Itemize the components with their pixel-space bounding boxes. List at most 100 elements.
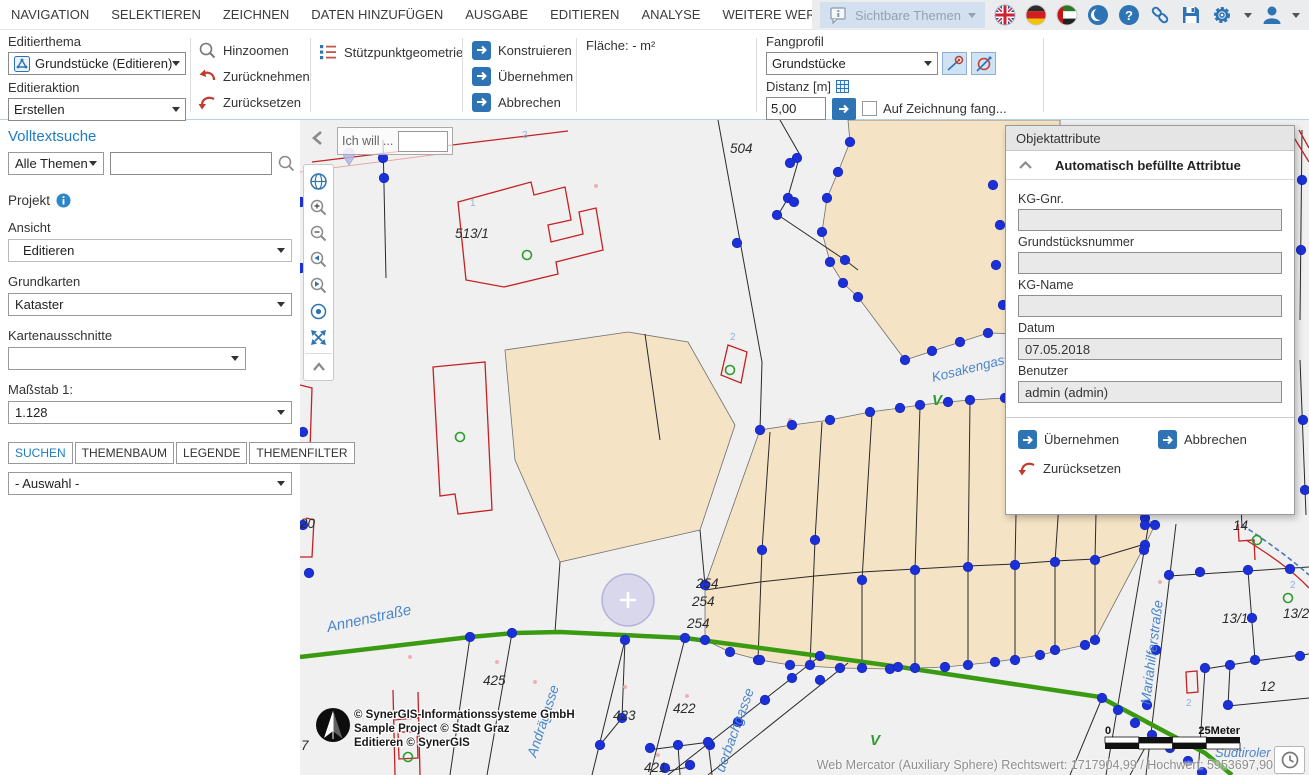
vertex-dot[interactable]	[1010, 560, 1020, 570]
vertex-dot[interactable]	[1295, 651, 1305, 661]
vertex-dot[interactable]	[757, 545, 767, 555]
vertex-dot[interactable]	[815, 675, 825, 685]
vertex-dot[interactable]	[1050, 557, 1060, 567]
language-flag-ae-icon[interactable]	[1056, 4, 1078, 26]
vertex-dot[interactable]	[825, 415, 835, 425]
vertex-dot[interactable]	[1296, 245, 1306, 255]
vertex-dot[interactable]	[1090, 635, 1100, 645]
sichtbare-themen-dropdown[interactable]: Sichtbare Themen	[820, 2, 985, 28]
next-extent-button[interactable]	[305, 272, 332, 298]
auf-zeichnung-checkbox[interactable]	[862, 101, 877, 116]
vertex-dot[interactable]	[507, 628, 517, 638]
vertex-dot[interactable]	[1113, 705, 1123, 715]
vertex-dot[interactable]	[927, 346, 937, 356]
alle-themen-select[interactable]: Alle Themen	[8, 152, 104, 175]
vertex-dot[interactable]	[817, 227, 827, 237]
apply-distance-button[interactable]	[832, 98, 856, 120]
vertex-dot[interactable]	[725, 647, 735, 657]
vertex-dot[interactable]	[1225, 660, 1235, 670]
vertex-dot[interactable]	[1050, 645, 1060, 655]
vertex-dot[interactable]	[1010, 655, 1020, 665]
vertex-dot[interactable]	[772, 210, 782, 220]
vertex-dot[interactable]	[915, 400, 925, 410]
edit-target-cursor[interactable]	[602, 574, 654, 626]
fangprofil-select[interactable]: Grundstücke	[766, 52, 938, 75]
menu-ausgabe[interactable]: AUSGABE	[454, 7, 539, 22]
vertex-dot[interactable]	[465, 632, 475, 642]
vertex-dot[interactable]	[988, 180, 998, 190]
tab-themenfilter[interactable]: THEMENFILTER	[249, 442, 354, 464]
zuruecknehmen-button[interactable]: Zurücknehmen	[198, 65, 310, 87]
fulltext-search-input[interactable]	[110, 152, 272, 175]
vertex-dot[interactable]	[1200, 663, 1210, 673]
vertex-dot[interactable]	[995, 220, 1005, 230]
ich-will-widget[interactable]: Ich will ...	[337, 127, 453, 155]
snap-vertex-button[interactable]	[942, 52, 967, 75]
vertex-dot[interactable]	[1300, 485, 1309, 495]
kg-gnr-input[interactable]	[1018, 209, 1282, 231]
vertex-dot[interactable]	[963, 562, 973, 572]
vertex-dot[interactable]	[755, 655, 765, 665]
vertex-dot[interactable]	[940, 662, 950, 672]
info-icon[interactable]	[56, 193, 71, 208]
vertex-dot[interactable]	[673, 740, 683, 750]
massstab-select[interactable]: 1.128	[8, 401, 292, 424]
grundstuecksnummer-input[interactable]	[1018, 252, 1282, 274]
menu-editieren[interactable]: EDITIEREN	[539, 7, 630, 22]
vertex-dot[interactable]	[1247, 613, 1257, 623]
vertex-dot[interactable]	[1285, 564, 1295, 574]
vertex-dot[interactable]	[595, 740, 605, 750]
menu-selektieren[interactable]: SELEKTIEREN	[100, 7, 212, 22]
distanz-input[interactable]	[766, 97, 826, 120]
vertex-dot[interactable]	[703, 737, 713, 747]
vertex-dot[interactable]	[895, 403, 905, 413]
vertex-dot[interactable]	[1080, 640, 1090, 650]
vertex-dot[interactable]	[833, 167, 843, 177]
vertex-dot[interactable]	[1223, 700, 1233, 710]
vertex-dot[interactable]	[991, 260, 1001, 270]
abbrechen-button[interactable]: Abbrechen	[472, 91, 573, 113]
language-flag-de-icon[interactable]	[1025, 4, 1047, 26]
collapse-tools-chevron-icon[interactable]	[305, 357, 332, 377]
grundkarten-select[interactable]: Kataster	[8, 293, 292, 316]
vertex-dot[interactable]	[838, 278, 848, 288]
vertex-dot[interactable]	[1140, 520, 1150, 530]
panel-abbrechen-button[interactable]: Abbrechen	[1158, 430, 1247, 449]
vertex-dot[interactable]	[893, 662, 903, 672]
auto-attributes-section-header[interactable]: Automatisch befüllte Attribtue	[1006, 151, 1294, 180]
vertex-dot[interactable]	[685, 760, 695, 770]
overview-globe-button[interactable]	[305, 168, 332, 194]
snap-edge-button[interactable]	[971, 52, 996, 75]
vertex-dot[interactable]	[1298, 415, 1308, 425]
save-icon[interactable]	[1180, 4, 1202, 26]
collapse-sidebar-chevron-icon[interactable]	[310, 129, 326, 152]
vertex-dot[interactable]	[965, 395, 975, 405]
menu-daten-hinzufuegen[interactable]: DATEN HINZUFÜGEN	[300, 7, 454, 22]
crescent-language-icon[interactable]	[1087, 4, 1109, 26]
vertex-dot[interactable]	[825, 257, 835, 267]
vertex-dot[interactable]	[943, 397, 953, 407]
ich-will-input[interactable]	[398, 131, 448, 152]
vertex-dot[interactable]	[1035, 650, 1045, 660]
vertex-dot[interactable]	[865, 407, 875, 417]
vertex-dot[interactable]	[1195, 567, 1205, 577]
vertex-dot[interactable]	[1130, 718, 1140, 728]
vertex-dot[interactable]	[1297, 175, 1307, 185]
vertex-dot[interactable]	[755, 425, 765, 435]
tab-legende[interactable]: LEGENDE	[176, 442, 247, 464]
editieraktion-select[interactable]: Erstellen	[8, 98, 186, 121]
full-extent-button[interactable]	[305, 324, 332, 350]
vertex-dot[interactable]	[785, 660, 795, 670]
vertex-dot[interactable]	[910, 663, 920, 673]
menu-zeichnen[interactable]: ZEICHNEN	[212, 7, 300, 22]
settings-gear-icon[interactable]	[1211, 4, 1235, 26]
search-icon[interactable]	[278, 155, 295, 172]
panel-uebernehmen-button[interactable]: Übernehmen	[1018, 430, 1158, 449]
zoom-out-button[interactable]	[305, 220, 332, 246]
vertex-dot[interactable]	[789, 197, 799, 207]
vertex-dot[interactable]	[787, 673, 797, 683]
vertex-dot[interactable]	[787, 420, 797, 430]
stuetzpunktgeometrie-button[interactable]: Stützpunktgeometrie	[320, 41, 463, 63]
vertex-dot[interactable]	[857, 663, 867, 673]
vertex-dot[interactable]	[1164, 570, 1174, 580]
